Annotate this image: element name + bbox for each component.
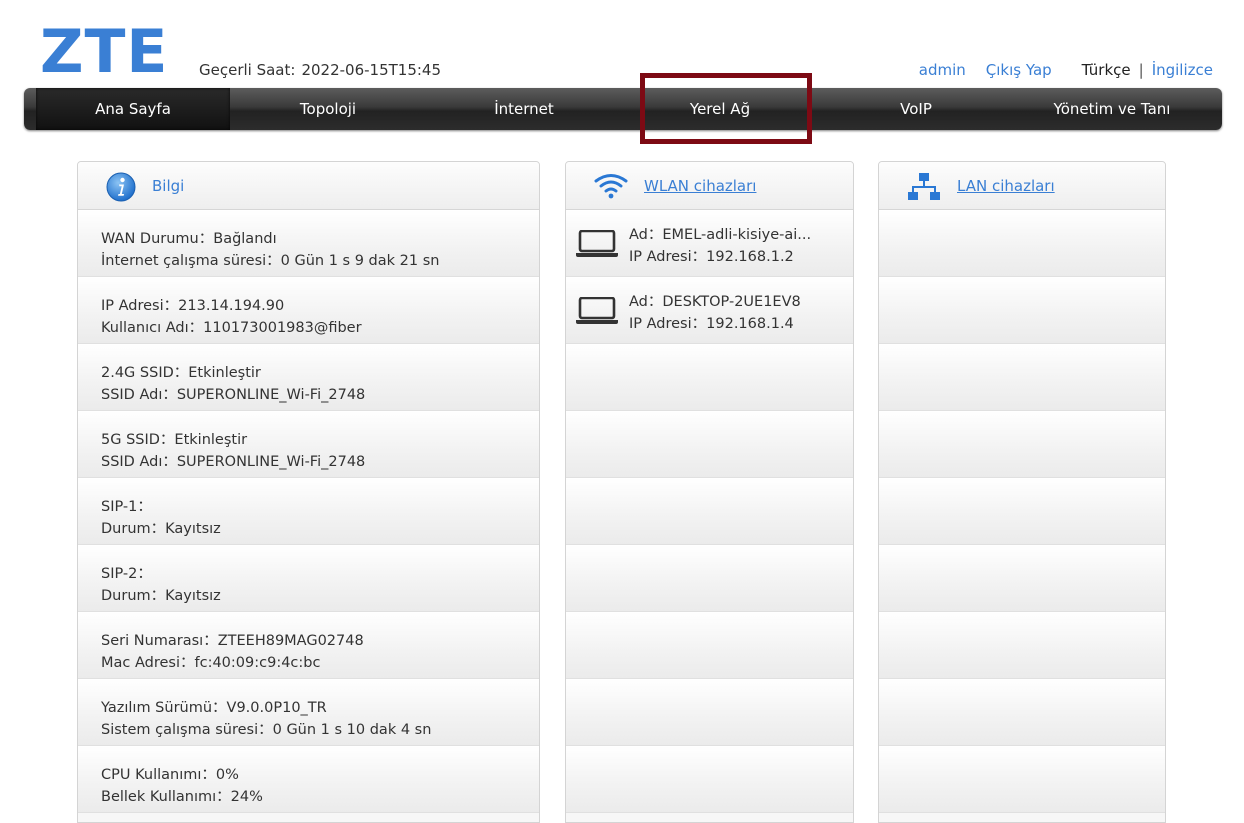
info-row-ip: IP Adresi：213.14.194.90 Kullanıcı Adı：11…: [78, 277, 539, 344]
lan-empty-row: [879, 679, 1165, 746]
wlan-device-ip: IP Adresi：192.168.1.2: [629, 249, 794, 265]
wlan-device-row[interactable]: Ad：DESKTOP-2UE1EV8 IP Adresi：192.168.1.4: [566, 277, 853, 344]
system-uptime: Sistem çalışma süresi：0 Gün 1 s 10 dak 4…: [101, 722, 432, 738]
wlan-empty-row: [566, 478, 853, 545]
info-row-ssid-5g: 5G SSID：Etkinleştir SSID Adı：SUPERONLINE…: [78, 411, 539, 478]
lan-panel: LAN cihazları: [878, 161, 1166, 823]
cpu-usage: CPU Kullanımı：0%: [101, 767, 239, 783]
wlan-device-ip: IP Adresi：192.168.1.4: [629, 316, 794, 332]
nav-local-network[interactable]: Yerel Ağ: [622, 88, 818, 130]
info-row-wan: WAN Durumu：Bağlandı İnternet çalışma sür…: [78, 210, 539, 277]
ssid-5g-name: SSID Adı：SUPERONLINE_Wi-Fi_2748: [101, 454, 366, 470]
sip2-label: SIP-2：: [101, 566, 152, 582]
nav-topology[interactable]: Topoloji: [230, 88, 426, 130]
wlan-empty-row: [566, 545, 853, 612]
lan-empty-row: [879, 210, 1165, 277]
lan-empty-row: [879, 411, 1165, 478]
language-english-link[interactable]: İngilizce: [1152, 61, 1213, 79]
mac-address: Mac Adresi：fc:40:09:c9:4c:bc: [101, 655, 321, 671]
zte-logo: ZTE: [40, 17, 169, 87]
logout-link[interactable]: Çıkış Yap: [986, 61, 1052, 79]
username: Kullanıcı Adı：110173001983@fiber: [101, 320, 362, 336]
info-panel: Bilgi WAN Durumu：Bağlandı İnternet çalış…: [77, 161, 540, 823]
sip1-status: Durum：Kayıtsız: [101, 521, 221, 537]
laptop-icon: [576, 296, 618, 329]
info-panel-header: Bilgi: [78, 162, 539, 210]
lan-panel-header: LAN cihazları: [879, 162, 1165, 210]
current-time-value: 2022-06-15T15:45: [301, 61, 442, 79]
wlan-device-row[interactable]: Ad：EMEL-adli-kisiye-ai... IP Adresi：192.…: [566, 210, 853, 277]
lan-devices-link[interactable]: LAN cihazları: [957, 177, 1055, 195]
nav-internet[interactable]: İnternet: [426, 88, 622, 130]
wlan-empty-row: [566, 612, 853, 679]
wlan-panel-header: WLAN cihazları: [566, 162, 853, 210]
info-icon: [106, 172, 136, 206]
laptop-icon: [576, 229, 618, 262]
nav-voip[interactable]: VoIP: [818, 88, 1014, 130]
wan-status: WAN Durumu：Bağlandı: [101, 231, 277, 247]
ssid-24g-status: 2.4G SSID：Etkinleştir: [101, 365, 261, 381]
language-current: Türkçe: [1081, 61, 1131, 79]
lan-empty-row: [879, 545, 1165, 612]
main-nav: Ana Sayfa Topoloji İnternet Yerel Ağ VoI…: [24, 88, 1222, 130]
wlan-devices-link[interactable]: WLAN cihazları: [644, 177, 756, 195]
software-version: Yazılım Sürümü：V9.0.0P10_TR: [101, 700, 327, 716]
current-time-label: Geçerli Saat:: [199, 61, 296, 79]
internet-uptime: İnternet çalışma süresi：0 Gün 1 s 9 dak …: [101, 253, 440, 269]
info-row-ssid-24g: 2.4G SSID：Etkinleştir SSID Adı：SUPERONLI…: [78, 344, 539, 411]
sip2-status: Durum：Kayıtsız: [101, 588, 221, 604]
sip1-label: SIP-1：: [101, 499, 152, 515]
top-links: admin Çıkış Yap Türkçe | İngilizce: [919, 61, 1213, 79]
lan-empty-row: [879, 344, 1165, 411]
lan-empty-row: [879, 478, 1165, 545]
wlan-empty-row: [566, 679, 853, 746]
wlan-device-name: Ad：DESKTOP-2UE1EV8: [629, 294, 801, 310]
wlan-panel: WLAN cihazları Ad：EMEL-adli-kisiye-ai...…: [565, 161, 854, 823]
info-panel-title: Bilgi: [152, 176, 185, 195]
network-icon: [907, 172, 941, 206]
current-time: Geçerli Saat: 2022-06-15T15:45: [199, 61, 441, 79]
nav-home[interactable]: Ana Sayfa: [36, 88, 230, 130]
serial-number: Seri Numarası：ZTEEH89MAG02748: [101, 633, 364, 649]
ssid-24g-name: SSID Adı：SUPERONLINE_Wi-Fi_2748: [101, 387, 366, 403]
nav-management[interactable]: Yönetim ve Tanı: [1014, 88, 1210, 130]
wlan-empty-row: [566, 344, 853, 411]
lan-empty-row: [879, 277, 1165, 344]
admin-link[interactable]: admin: [919, 61, 966, 79]
info-row-sip2: SIP-2： Durum：Kayıtsız: [78, 545, 539, 612]
ip-address: IP Adresi：213.14.194.90: [101, 298, 285, 314]
info-row-software: Yazılım Sürümü：V9.0.0P10_TR Sistem çalış…: [78, 679, 539, 746]
info-row-sip1: SIP-1： Durum：Kayıtsız: [78, 478, 539, 545]
ssid-5g-status: 5G SSID：Etkinleştir: [101, 432, 248, 448]
info-row-serial: Seri Numarası：ZTEEH89MAG02748 Mac Adresi…: [78, 612, 539, 679]
wifi-icon: [594, 173, 628, 203]
lan-empty-row: [879, 612, 1165, 679]
wlan-device-name: Ad：EMEL-adli-kisiye-ai...: [629, 227, 812, 243]
language-separator: |: [1138, 61, 1144, 79]
wlan-empty-row: [566, 411, 853, 478]
